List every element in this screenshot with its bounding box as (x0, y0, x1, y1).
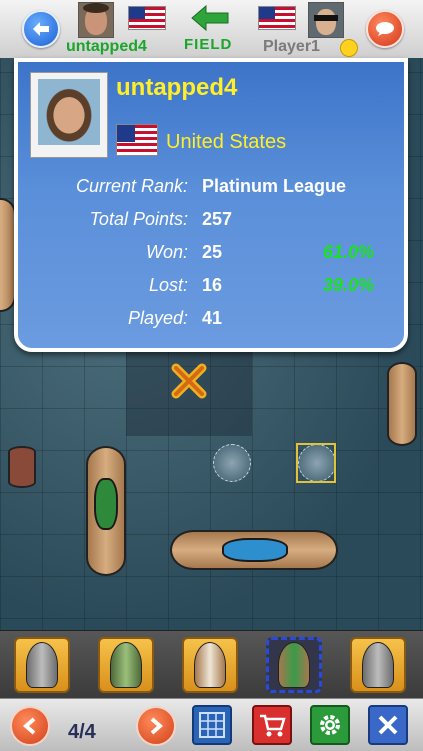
stat-percentage: 39.0% (322, 275, 374, 295)
smiley-icon (340, 39, 358, 57)
cart-icon (260, 714, 286, 737)
player-left-avatar[interactable] (78, 2, 114, 38)
ship-option-3[interactable] (182, 637, 238, 693)
stat-percentage: 61.0% (322, 242, 374, 262)
stat-row-points: Total Points: 257 (18, 209, 408, 233)
stat-row-lost: Lost: 16 39.0% (18, 275, 408, 299)
page-indicator: 4/4 (68, 721, 96, 743)
back-arrow-icon (33, 22, 49, 36)
chat-bubble-icon (376, 22, 394, 36)
chevron-left-icon (22, 717, 36, 735)
ship-icon (278, 642, 310, 688)
gear-icon (320, 715, 340, 735)
ship-option-2[interactable] (98, 637, 154, 693)
profile-flag (116, 124, 158, 156)
ship-icon (110, 642, 142, 688)
stat-row-played: Played: 41 (18, 308, 408, 332)
ship-horizontal[interactable] (170, 530, 338, 570)
ship-vertical-large[interactable] (86, 446, 126, 576)
bottom-toolbar: 4/4 (0, 698, 423, 751)
ship-small-left[interactable] (8, 446, 36, 488)
close-button[interactable] (368, 705, 408, 745)
ship-icon (362, 642, 394, 688)
stat-label: Total Points: (89, 209, 188, 229)
ship-icon (194, 642, 226, 688)
profile-country: United States (166, 131, 287, 153)
stat-value: 257 (202, 209, 233, 229)
close-icon (378, 715, 398, 735)
profile-photo (30, 72, 108, 158)
player-profile-popup: untapped4 United States Current Rank: Pl… (14, 58, 408, 352)
cart-button[interactable] (252, 705, 292, 745)
ship-option-1[interactable] (14, 637, 70, 693)
profile-name: untapped4 (116, 74, 238, 101)
ship-option-5[interactable] (350, 637, 406, 693)
previous-button[interactable] (10, 706, 50, 746)
stat-value: Platinum League (202, 176, 347, 196)
ship-icon (26, 642, 58, 688)
player-left-name: untapped4 (66, 38, 147, 55)
target-cursor[interactable] (296, 443, 336, 483)
ship-vertical-right[interactable] (387, 362, 417, 446)
splash-marker (213, 444, 251, 482)
chat-button[interactable] (366, 10, 404, 48)
player-left-flag (128, 6, 166, 30)
ship-option-4[interactable] (266, 637, 322, 693)
left-arrow-icon (191, 4, 229, 32)
next-button[interactable] (136, 706, 176, 746)
stat-label: Current Rank: (75, 176, 188, 196)
stat-row-rank: Current Rank: Platinum League (18, 176, 408, 200)
stat-label: Lost: (148, 275, 188, 295)
player-right-name: Player1 (263, 38, 320, 55)
field-label: FIELD (184, 36, 233, 53)
stat-value: 41 (202, 308, 223, 328)
settings-button[interactable] (310, 705, 350, 745)
chevron-right-icon (150, 717, 164, 735)
stat-value: 16 (202, 275, 223, 295)
ship-selector-tray (0, 630, 423, 699)
top-bar: untapped4 FIELD Player1 (0, 0, 423, 59)
player-right-avatar[interactable] (308, 2, 344, 38)
player-right-flag (258, 6, 296, 30)
stat-value: 25 (202, 242, 223, 262)
grid-button[interactable] (192, 705, 232, 745)
hit-marker-icon (171, 363, 207, 399)
back-button[interactable] (22, 10, 60, 48)
stat-row-won: Won: 25 61.0% (18, 242, 408, 266)
grid-icon (199, 712, 225, 738)
stat-label: Played: (127, 308, 188, 328)
stat-label: Won: (145, 242, 188, 262)
